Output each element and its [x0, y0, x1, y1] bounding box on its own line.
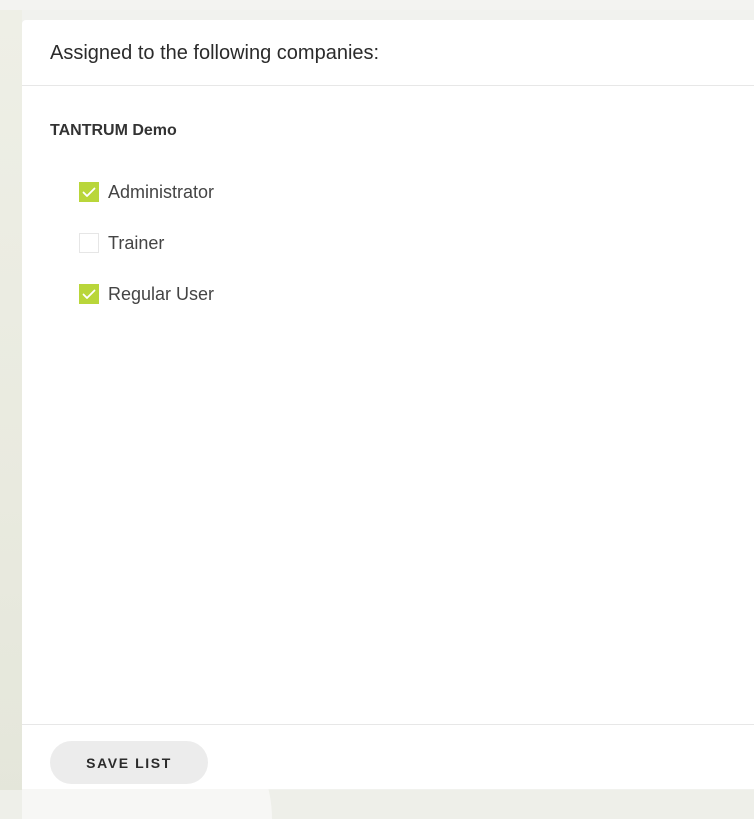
- checkmark-icon: [82, 289, 96, 299]
- panel-title: Assigned to the following companies:: [50, 42, 380, 64]
- panel-body: TANTRUM Demo Administrator Trainer Regul…: [22, 86, 754, 724]
- role-item-administrator[interactable]: Administrator: [79, 181, 214, 203]
- role-list: Administrator Trainer Regular User: [79, 181, 214, 334]
- administrator-checkbox[interactable]: [79, 182, 99, 202]
- page-left-background: [0, 10, 22, 819]
- page-top-background: [0, 0, 754, 10]
- trainer-checkbox[interactable]: [79, 233, 99, 253]
- company-assignment-panel: Assigned to the following companies: TAN…: [22, 20, 754, 789]
- checkmark-icon: [82, 187, 96, 197]
- role-item-regular-user[interactable]: Regular User: [79, 283, 214, 305]
- role-label-administrator: Administrator: [108, 181, 215, 202]
- regular-user-checkbox[interactable]: [79, 284, 99, 304]
- save-list-button[interactable]: SAVE LIST: [50, 741, 208, 784]
- role-item-trainer[interactable]: Trainer: [79, 232, 214, 254]
- role-label-regular-user: Regular User: [108, 283, 215, 304]
- role-label-trainer: Trainer: [108, 232, 165, 253]
- panel-footer: SAVE LIST: [22, 724, 754, 789]
- panel-header: Assigned to the following companies:: [22, 20, 754, 86]
- company-name: TANTRUM Demo: [50, 122, 177, 139]
